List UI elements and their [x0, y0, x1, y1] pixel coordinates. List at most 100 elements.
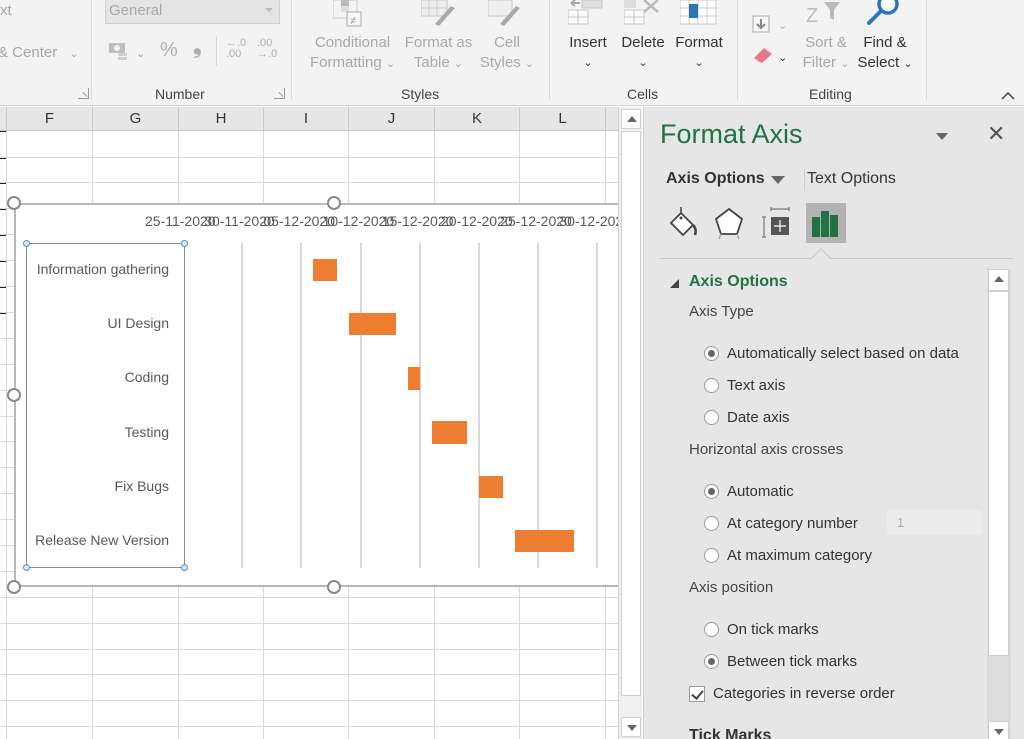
chevron-down-icon[interactable]: ⌄ — [136, 44, 145, 64]
radio-button[interactable] — [704, 378, 719, 393]
scroll-up-button[interactable] — [621, 109, 641, 129]
pane-body: Axis Options Axis Type Automatically sel… — [644, 265, 987, 739]
fill-line-icon[interactable] — [665, 203, 705, 243]
category-label: Release New Version — [35, 531, 169, 548]
accounting-format-icon[interactable] — [108, 40, 130, 60]
arrow-down-icon — [994, 729, 1004, 735]
selection-handle[interactable] — [181, 564, 188, 571]
cell-styles-button[interactable]: Cell Styles ⌄ — [478, 33, 536, 74]
radio-button[interactable] — [704, 484, 719, 499]
radio-button[interactable] — [704, 516, 719, 531]
column-header-f[interactable]: F — [6, 107, 92, 131]
gantt-bar[interactable] — [348, 313, 397, 336]
find-select-button[interactable]: Find & Select ⌄ — [856, 33, 914, 74]
alignment-launcher-icon[interactable] — [78, 88, 89, 99]
number-launcher-icon[interactable] — [274, 88, 285, 99]
scroll-up-button[interactable] — [988, 269, 1009, 291]
sort-filter-label-1: Sort & — [805, 34, 847, 51]
column-header-i[interactable]: I — [263, 107, 348, 131]
radio-button[interactable] — [704, 622, 719, 637]
radio-button[interactable] — [704, 346, 719, 361]
merge-center-button[interactable]: & Center ⌄ — [0, 43, 79, 64]
gantt-bar[interactable] — [431, 421, 468, 444]
gantt-bar[interactable] — [479, 475, 503, 498]
selection-handle[interactable] — [181, 240, 188, 247]
wrap-text-button[interactable]: xt — [0, 1, 12, 21]
worksheet[interactable]: F G H I J K L 25-11-2020 30-11-2020 05-12-… — [0, 107, 618, 739]
radio-button[interactable] — [704, 548, 719, 563]
selection-handle[interactable] — [23, 240, 30, 247]
scroll-down-button[interactable] — [621, 717, 641, 737]
clear-eraser-icon[interactable] — [752, 46, 774, 64]
column-header-g[interactable]: G — [92, 107, 178, 131]
chevron-down-icon[interactable]: ⌄ — [778, 16, 787, 36]
collapse-ribbon-icon[interactable] — [1000, 88, 1016, 100]
increase-decimal-button[interactable]: ←.0 .00 — [226, 38, 246, 60]
close-pane-button[interactable]: ✕ — [987, 121, 1005, 147]
chart-resize-handle[interactable] — [7, 196, 21, 210]
column-header-l[interactable]: L — [519, 107, 605, 131]
sheet-vertical-scrollbar[interactable] — [618, 107, 642, 739]
column-header-j[interactable]: J — [348, 107, 434, 131]
axis-position-label: Axis position — [689, 579, 774, 596]
column-header-h[interactable]: H — [178, 107, 263, 131]
checkbox[interactable] — [689, 685, 705, 702]
column-header-m[interactable] — [605, 107, 618, 131]
vertical-axis-selection[interactable] — [23, 240, 188, 571]
insert-button[interactable]: Insert ⌄ — [568, 33, 608, 73]
gantt-bar[interactable] — [313, 258, 337, 282]
collapse-triangle-icon[interactable] — [670, 279, 679, 288]
scroll-down-button[interactable] — [988, 721, 1009, 739]
radio-auto-select[interactable]: Automatically select based on data — [704, 345, 959, 362]
gantt-bar[interactable] — [514, 529, 574, 553]
chart-resize-handle[interactable] — [7, 580, 21, 594]
radio-button[interactable] — [704, 654, 719, 669]
tab-text-options[interactable]: Text Options — [807, 170, 896, 188]
column-header-k[interactable]: K — [434, 107, 519, 131]
format-button[interactable]: Format ⌄ — [673, 33, 725, 73]
selection-handle[interactable] — [23, 564, 30, 571]
category-number-input[interactable] — [887, 510, 982, 535]
radio-text-axis[interactable]: Text axis — [704, 377, 785, 394]
sort-filter-label-2: Filter — [802, 54, 836, 71]
radio-crosses-maximum[interactable]: At maximum category — [704, 547, 872, 564]
effects-pentagon-icon[interactable] — [709, 203, 749, 243]
radio-button[interactable] — [704, 410, 719, 425]
radio-between-tick-marks[interactable]: Between tick marks — [704, 653, 857, 670]
comma-style-button[interactable]: ❟ — [193, 35, 202, 57]
percent-style-button[interactable]: % — [160, 40, 178, 60]
axis-options-bar-chart-icon[interactable] — [806, 203, 846, 243]
checkbox-reverse-order[interactable]: Categories in reverse order — [689, 685, 895, 702]
gantt-chart[interactable]: 25-11-2020 30-11-2020 05-12-2020 10-12-2020… — [14, 203, 618, 587]
size-properties-icon[interactable] — [759, 203, 799, 243]
fill-icon[interactable] — [752, 14, 772, 36]
radio-on-tick-marks[interactable]: On tick marks — [704, 621, 819, 638]
scrollbar-thumb[interactable] — [621, 131, 641, 696]
radio-crosses-category-number[interactable]: At category number — [704, 515, 858, 532]
arrow-up-icon — [994, 276, 1004, 282]
section-axis-options[interactable]: Axis Options — [689, 273, 788, 291]
chart-resize-handle[interactable] — [327, 580, 341, 594]
format-as-table-button[interactable]: Format as Table ⌄ — [401, 33, 476, 74]
section-tick-marks[interactable]: Tick Marks — [689, 727, 771, 739]
tab-axis-options[interactable]: Axis Options — [666, 170, 765, 188]
radio-crosses-automatic[interactable]: Automatic — [704, 483, 794, 500]
chart-resize-handle[interactable] — [7, 388, 21, 402]
chevron-down-icon[interactable]: ⌄ — [778, 48, 787, 68]
conditional-formatting-button[interactable]: Conditional Formatting ⌄ — [310, 33, 395, 74]
scrollbar-thumb[interactable] — [988, 291, 1009, 656]
number-format-select[interactable]: General — [105, 0, 280, 24]
gantt-bar[interactable] — [407, 367, 420, 390]
find-magnifier-icon — [864, 0, 904, 28]
cells-group-label: Cells — [627, 86, 659, 102]
sort-filter-button[interactable]: Sort & Filter ⌄ — [800, 33, 852, 74]
vertical-gridline — [300, 243, 303, 568]
chart-resize-handle[interactable] — [327, 196, 341, 210]
pane-options-dropdown-icon[interactable] — [936, 133, 948, 140]
axis-options-dropdown-icon[interactable] — [771, 176, 785, 184]
format-as-table-label-1: Format as — [404, 34, 473, 51]
radio-date-axis[interactable]: Date axis — [704, 409, 790, 426]
pane-vertical-scrollbar[interactable] — [987, 269, 1011, 739]
decrease-decimal-button[interactable]: .00 →.0 — [257, 38, 277, 60]
delete-button[interactable]: Delete ⌄ — [619, 33, 667, 73]
